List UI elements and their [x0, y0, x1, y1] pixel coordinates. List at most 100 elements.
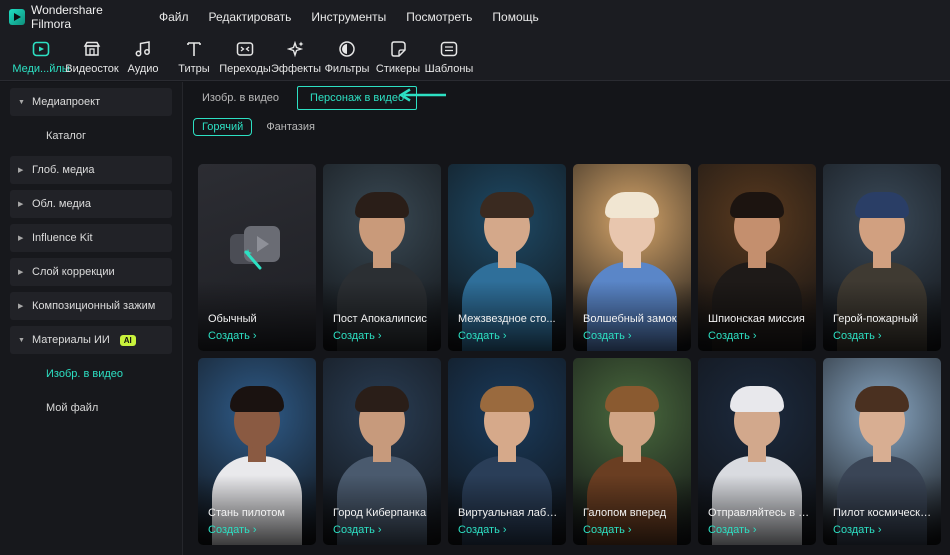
app-title: Wondershare Filmora	[31, 2, 103, 31]
annotation-arrow-icon	[398, 88, 446, 102]
card-title: Пост Апокалипсис	[333, 313, 427, 325]
tool-label: Эффекты	[270, 63, 321, 75]
image-to-video-icon	[230, 226, 280, 270]
template-card[interactable]: Город Киберпанка Создать ›	[323, 358, 441, 545]
sidebar-item-label: Каталог	[46, 130, 86, 142]
create-button[interactable]: Создать ›	[708, 524, 757, 536]
create-button[interactable]: Создать ›	[583, 330, 632, 342]
category-chips: Горячий Фантазия	[193, 118, 329, 136]
sparkle-icon	[286, 39, 306, 59]
sidebar-item-my-file[interactable]: Мой файл	[10, 394, 172, 422]
main-panel: Изобр. в видео Персонаж в видео Горячий …	[184, 82, 950, 555]
create-button[interactable]: Создать ›	[708, 330, 757, 342]
menu-bar: Wondershare Filmora Файл Редактировать И…	[0, 0, 950, 33]
card-title: Пилот космическо...	[833, 507, 935, 519]
template-card[interactable]: Межзвездное сто... Создать ›	[448, 164, 566, 351]
sidebar-list: ▼ Медиапроект Каталог ▶ Глоб. медиа ▶ Об…	[10, 88, 172, 422]
template-card[interactable]: Виртуальная лабо... Создать ›	[448, 358, 566, 545]
caret-right-icon: ▶	[18, 167, 24, 174]
sidebar-item-global-media[interactable]: ▶ Глоб. медиа	[10, 156, 172, 184]
tool-templates[interactable]: Шаблоны	[422, 33, 476, 81]
filter-icon	[337, 39, 357, 59]
sidebar-item-label: Композиционный зажим	[32, 300, 156, 312]
sidebar-item-label: Изобр. в видео	[46, 368, 124, 380]
sidebar-item-adjustment-layer[interactable]: ▶ Слой коррекции	[10, 258, 172, 286]
card-title: Волшебный замок	[583, 313, 677, 325]
caret-right-icon: ▶	[18, 269, 24, 276]
template-card[interactable]: Пилот космическо... Создать ›	[823, 358, 941, 545]
tool-label: Меди...йлы	[12, 63, 70, 75]
tool-label: Видеосток	[65, 63, 119, 75]
tool-media[interactable]: Меди...йлы	[12, 33, 70, 81]
caret-right-icon: ▶	[18, 201, 24, 208]
toolbar: Меди...йлы Видеосток Аудио Титры Переход…	[0, 33, 950, 81]
card-title: Герой-пожарный	[833, 313, 919, 325]
menu-view[interactable]: Посмотреть	[406, 10, 472, 24]
card-title: Межзвездное сто...	[458, 313, 556, 325]
template-card[interactable]: Обычный Создать ›	[198, 164, 316, 351]
ai-badge: AI	[119, 334, 136, 346]
template-card[interactable]: Стань пилотом Создать ›	[198, 358, 316, 545]
card-title: Стань пилотом	[208, 507, 285, 519]
music-note-icon	[133, 39, 153, 59]
tool-audio[interactable]: Аудио	[116, 33, 170, 81]
sidebar-item-image-to-video[interactable]: Изобр. в видео	[10, 360, 172, 388]
tab-image-to-video[interactable]: Изобр. в видео	[190, 86, 291, 110]
sidebar-item-cloud-media[interactable]: ▶ Обл. медиа	[10, 190, 172, 218]
template-card[interactable]: Отправляйтесь в к... Создать ›	[698, 358, 816, 545]
create-button[interactable]: Создать ›	[833, 524, 882, 536]
menu-tools[interactable]: Инструменты	[311, 10, 386, 24]
template-card[interactable]: Герой-пожарный Создать ›	[823, 164, 941, 351]
create-button[interactable]: Создать ›	[208, 524, 257, 536]
sidebar-item-influence-kit[interactable]: ▶ Influence Kit	[10, 224, 172, 252]
menu-help[interactable]: Помощь	[492, 10, 538, 24]
chip-hot[interactable]: Горячий	[193, 118, 253, 136]
sidebar-item-ai-materials[interactable]: ▼ Материалы ИИ AI	[10, 326, 172, 354]
tool-label: Титры	[178, 63, 210, 75]
sidebar-item-label: Материалы ИИ	[32, 334, 110, 346]
tool-label: Стикеры	[375, 63, 421, 75]
tool-label: Аудио	[127, 63, 159, 75]
card-title: Шпионская миссия	[708, 313, 805, 325]
create-button[interactable]: Создать ›	[333, 524, 382, 536]
tool-filters[interactable]: Фильтры	[320, 33, 374, 81]
caret-right-icon: ▶	[18, 235, 24, 242]
sidebar-item-media-project[interactable]: ▼ Медиапроект	[10, 88, 172, 116]
tool-stock[interactable]: Видеосток	[65, 33, 119, 81]
sidebar-item-label: Обл. медиа	[32, 198, 92, 210]
tool-titles[interactable]: Титры	[167, 33, 221, 81]
sidebar-item-label: Слой коррекции	[32, 266, 115, 278]
template-card[interactable]: Шпионская миссия Создать ›	[698, 164, 816, 351]
card-title: Виртуальная лабо...	[458, 507, 560, 519]
tool-label: Переходы	[219, 63, 271, 75]
template-icon	[439, 39, 459, 59]
sidebar-item-catalog[interactable]: Каталог	[10, 122, 172, 150]
template-card[interactable]: Волшебный замок Создать ›	[573, 164, 691, 351]
create-button[interactable]: Создать ›	[333, 330, 382, 342]
stock-icon	[82, 39, 102, 59]
chip-fantasy[interactable]: Фантазия	[258, 119, 323, 135]
caret-down-icon: ▼	[18, 98, 25, 106]
create-button[interactable]: Создать ›	[458, 524, 507, 536]
create-button[interactable]: Создать ›	[833, 330, 882, 342]
create-button[interactable]: Создать ›	[208, 330, 257, 342]
create-button[interactable]: Создать ›	[583, 524, 632, 536]
tool-label: Шаблоны	[424, 63, 474, 75]
sidebar-item-compound-clip[interactable]: ▶ Композиционный зажим	[10, 292, 172, 320]
tool-transitions[interactable]: Переходы	[218, 33, 272, 81]
sidebar-item-label: Глоб. медиа	[32, 164, 95, 176]
sidebar-item-label: Медиапроект	[32, 96, 101, 108]
tool-effects[interactable]: Эффекты	[269, 33, 323, 81]
create-button[interactable]: Создать ›	[458, 330, 507, 342]
caret-right-icon: ▶	[18, 303, 24, 310]
tool-label: Фильтры	[324, 63, 370, 75]
card-title: Город Киберпанка	[333, 507, 427, 519]
menu-edit[interactable]: Редактировать	[209, 10, 292, 24]
template-card[interactable]: Галопом вперед Создать ›	[573, 358, 691, 545]
menu-file[interactable]: Файл	[159, 10, 189, 24]
template-card[interactable]: Пост Апокалипсис Создать ›	[323, 164, 441, 351]
card-title: Отправляйтесь в к...	[708, 507, 810, 519]
filmora-logo-icon	[9, 8, 25, 25]
text-icon	[184, 39, 204, 59]
tool-stickers[interactable]: Стикеры	[371, 33, 425, 81]
